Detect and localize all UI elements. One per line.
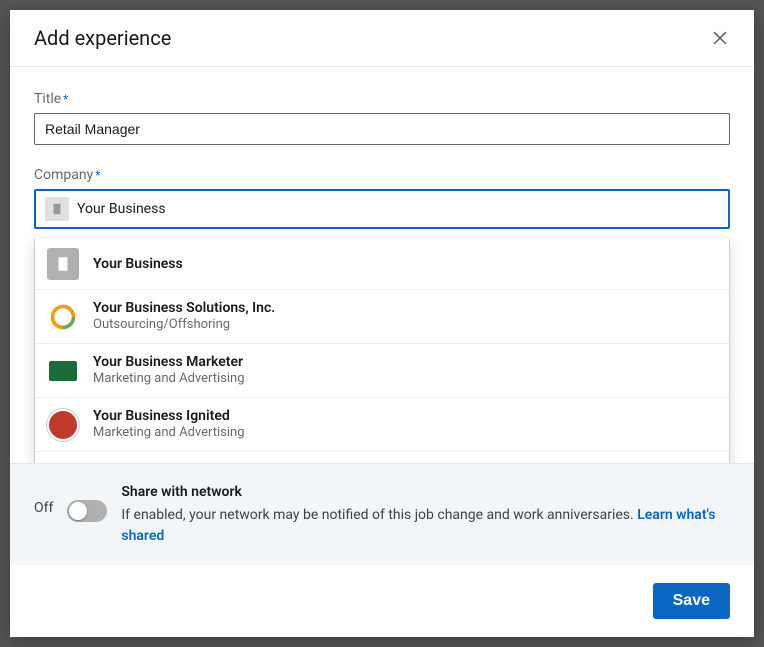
company-ghost-icon	[45, 197, 69, 221]
share-off-label: Off	[34, 482, 53, 516]
required-asterisk: *	[63, 92, 68, 106]
company-option-1[interactable]: Your Business Solutions, Inc.Outsourcing…	[35, 290, 729, 344]
company-logo-icon	[47, 409, 79, 441]
company-option-name: Your Business	[93, 255, 183, 273]
company-option-subtitle: Outsourcing/Offshoring	[93, 317, 275, 334]
close-icon	[710, 28, 730, 48]
required-asterisk: *	[95, 168, 100, 182]
share-text: Share with network If enabled, your netw…	[121, 482, 730, 547]
company-input-value: Your Business	[77, 201, 166, 217]
modal-body: Title* Company* Your Business Your Busin…	[10, 67, 754, 463]
company-logo-icon	[47, 461, 79, 463]
company-dropdown: Your Business Your Business Solutions, In…	[34, 239, 730, 463]
company-option-3[interactable]: Your Business IgnitedMarketing and Adver…	[35, 398, 729, 452]
share-toggle[interactable]	[67, 500, 107, 522]
company-option-2[interactable]: Your Business MarketerMarketing and Adve…	[35, 344, 729, 398]
company-option-subtitle: Marketing and Advertising	[93, 425, 245, 442]
toggle-knob	[69, 502, 87, 520]
company-option-4[interactable]: Your Business Solutions	[35, 452, 729, 463]
company-option-name: Your Business Ignited	[93, 407, 245, 425]
company-option-name: Your Business Marketer	[93, 353, 245, 371]
company-input[interactable]: Your Business	[34, 189, 730, 229]
company-option-0[interactable]: Your Business	[35, 239, 729, 290]
share-body: If enabled, your network may be notified…	[121, 505, 730, 547]
company-logo-icon	[47, 355, 79, 387]
share-title: Share with network	[121, 482, 730, 503]
add-experience-modal: Add experience Title* Company* Your Busi…	[10, 10, 754, 637]
modal-header: Add experience	[10, 10, 754, 67]
title-label: Title*	[34, 91, 730, 107]
company-option-subtitle: Marketing and Advertising	[93, 371, 245, 388]
company-label: Company*	[34, 167, 730, 183]
title-field: Title*	[34, 91, 730, 145]
modal-footer: Save	[10, 565, 754, 637]
close-button[interactable]	[710, 28, 730, 48]
company-option-name: Your Business Solutions, Inc.	[93, 299, 275, 317]
company-field: Company* Your Business	[34, 167, 730, 229]
save-button[interactable]: Save	[653, 583, 730, 619]
share-with-network-panel: Off Share with network If enabled, your …	[10, 463, 754, 565]
title-input[interactable]	[34, 113, 730, 145]
company-logo-icon	[47, 248, 79, 280]
modal-title: Add experience	[34, 26, 171, 50]
company-logo-icon	[47, 301, 79, 333]
